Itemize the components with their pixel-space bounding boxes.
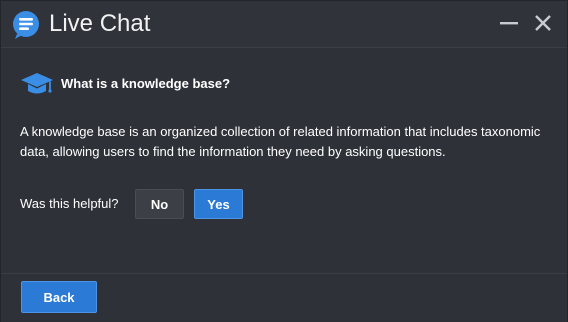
minimize-icon[interactable] (498, 12, 520, 34)
article-content: What is a knowledge base? A knowledge ba… (1, 48, 567, 273)
footer-bar: Back (1, 273, 567, 322)
helpful-label: Was this helpful? (20, 196, 119, 211)
window-title: Live Chat (49, 10, 151, 37)
chat-bubble-icon (13, 11, 39, 39)
title-bar: Live Chat (1, 1, 567, 48)
back-button[interactable]: Back (21, 281, 97, 313)
live-chat-window: Live Chat What is a knowledge base? A kn… (0, 0, 568, 322)
close-icon[interactable] (532, 12, 554, 34)
graduation-cap-icon (21, 73, 53, 94)
article-answer: A knowledge base is an organized collect… (20, 124, 541, 159)
no-button[interactable]: No (135, 189, 184, 219)
article-question: What is a knowledge base? (61, 76, 231, 91)
yes-button[interactable]: Yes (194, 189, 243, 219)
